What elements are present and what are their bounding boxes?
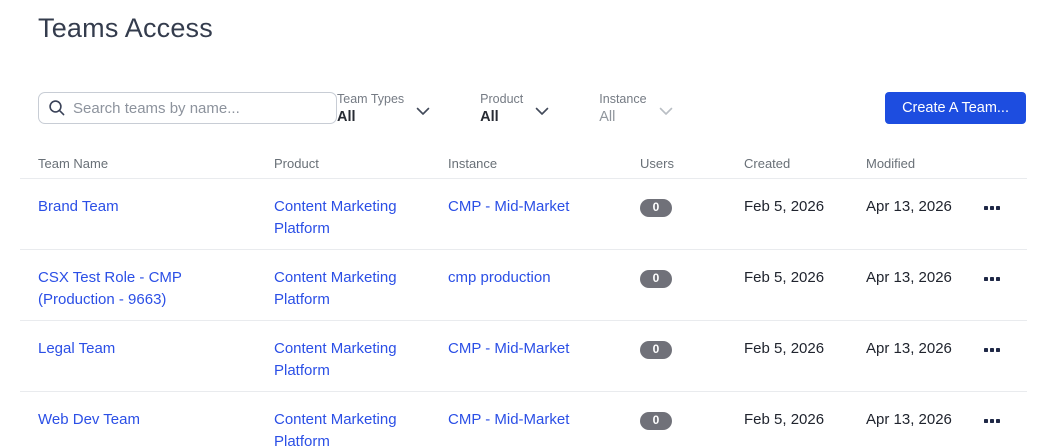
filter-label: Team Types (337, 92, 404, 107)
column-header-team-name: Team Name (38, 156, 274, 171)
filter-team-types[interactable]: Team Types All (337, 92, 430, 126)
product-link[interactable]: Content Marketing Platform (274, 411, 397, 447)
filter-instance-text: Instance All (599, 92, 646, 126)
instance-link[interactable]: CMP - Mid-Market (448, 198, 569, 215)
product-link[interactable]: Content Marketing Platform (274, 269, 397, 308)
row-actions-button[interactable] (982, 415, 1027, 427)
created-date: Feb 5, 2026 (744, 338, 866, 360)
chevron-down-icon (659, 107, 673, 116)
users-count-badge: 0 (640, 199, 672, 217)
modified-date: Apr 13, 2026 (866, 196, 982, 218)
created-date: Feb 5, 2026 (744, 267, 866, 289)
column-header-actions (982, 156, 1027, 171)
instance-link[interactable]: CMP - Mid-Market (448, 340, 569, 357)
create-team-button[interactable]: Create A Team... (885, 92, 1026, 124)
instance-link[interactable]: cmp production (448, 269, 551, 286)
table-header-row: Team Name Product Instance Users Created… (20, 148, 1027, 179)
table-row: Legal Team Content Marketing Platform CM… (20, 321, 1027, 392)
chevron-down-icon (416, 107, 430, 116)
filter-team-types-text: Team Types All (337, 92, 404, 126)
instance-link[interactable]: CMP - Mid-Market (448, 411, 569, 428)
created-date: Feb 5, 2026 (744, 409, 866, 431)
created-date: Feb 5, 2026 (744, 196, 866, 218)
filter-instance[interactable]: Instance All (599, 92, 672, 126)
toolbar: Team Types All Product All Insta (38, 92, 1026, 126)
team-name-link[interactable]: Legal Team (38, 340, 115, 357)
page-title: Teams Access (38, 12, 1039, 44)
search-input[interactable] (38, 92, 337, 124)
filter-product-text: Product All (480, 92, 523, 126)
search-box (38, 92, 337, 124)
filter-value: All (337, 108, 404, 126)
product-link[interactable]: Content Marketing Platform (274, 340, 397, 379)
modified-date: Apr 13, 2026 (866, 409, 982, 431)
ellipsis-icon (984, 348, 988, 352)
table-row: Web Dev Team Content Marketing Platform … (20, 392, 1027, 447)
table-row: CSX Test Role - CMP (Production - 9663) … (20, 250, 1027, 321)
modified-date: Apr 13, 2026 (866, 267, 982, 289)
ellipsis-icon (984, 419, 988, 423)
filter-label: Product (480, 92, 523, 107)
filter-value: All (599, 108, 646, 126)
users-count-badge: 0 (640, 341, 672, 359)
modified-date: Apr 13, 2026 (866, 338, 982, 360)
table-row: Brand Team Content Marketing Platform CM… (20, 179, 1027, 250)
teams-access-page: Teams Access Team Types All (0, 12, 1039, 447)
team-name-link[interactable]: CSX Test Role - CMP (Production - 9663) (38, 269, 182, 308)
chevron-down-icon (535, 107, 549, 116)
ellipsis-icon (984, 206, 988, 210)
product-link[interactable]: Content Marketing Platform (274, 198, 397, 237)
filter-label: Instance (599, 92, 646, 107)
column-header-modified: Modified (866, 156, 982, 171)
users-count-badge: 0 (640, 412, 672, 430)
users-count-badge: 0 (640, 270, 672, 288)
column-header-product: Product (274, 156, 448, 171)
column-header-users: Users (640, 156, 744, 171)
row-actions-button[interactable] (982, 273, 1027, 285)
column-header-instance: Instance (448, 156, 640, 171)
teams-table: Team Name Product Instance Users Created… (20, 148, 1027, 447)
row-actions-button[interactable] (982, 344, 1027, 356)
team-name-link[interactable]: Brand Team (38, 198, 119, 215)
filter-product[interactable]: Product All (480, 92, 549, 126)
ellipsis-icon (984, 277, 988, 281)
row-actions-button[interactable] (982, 202, 1027, 214)
team-name-link[interactable]: Web Dev Team (38, 411, 140, 428)
filter-value: All (480, 108, 523, 126)
column-header-created: Created (744, 156, 866, 171)
